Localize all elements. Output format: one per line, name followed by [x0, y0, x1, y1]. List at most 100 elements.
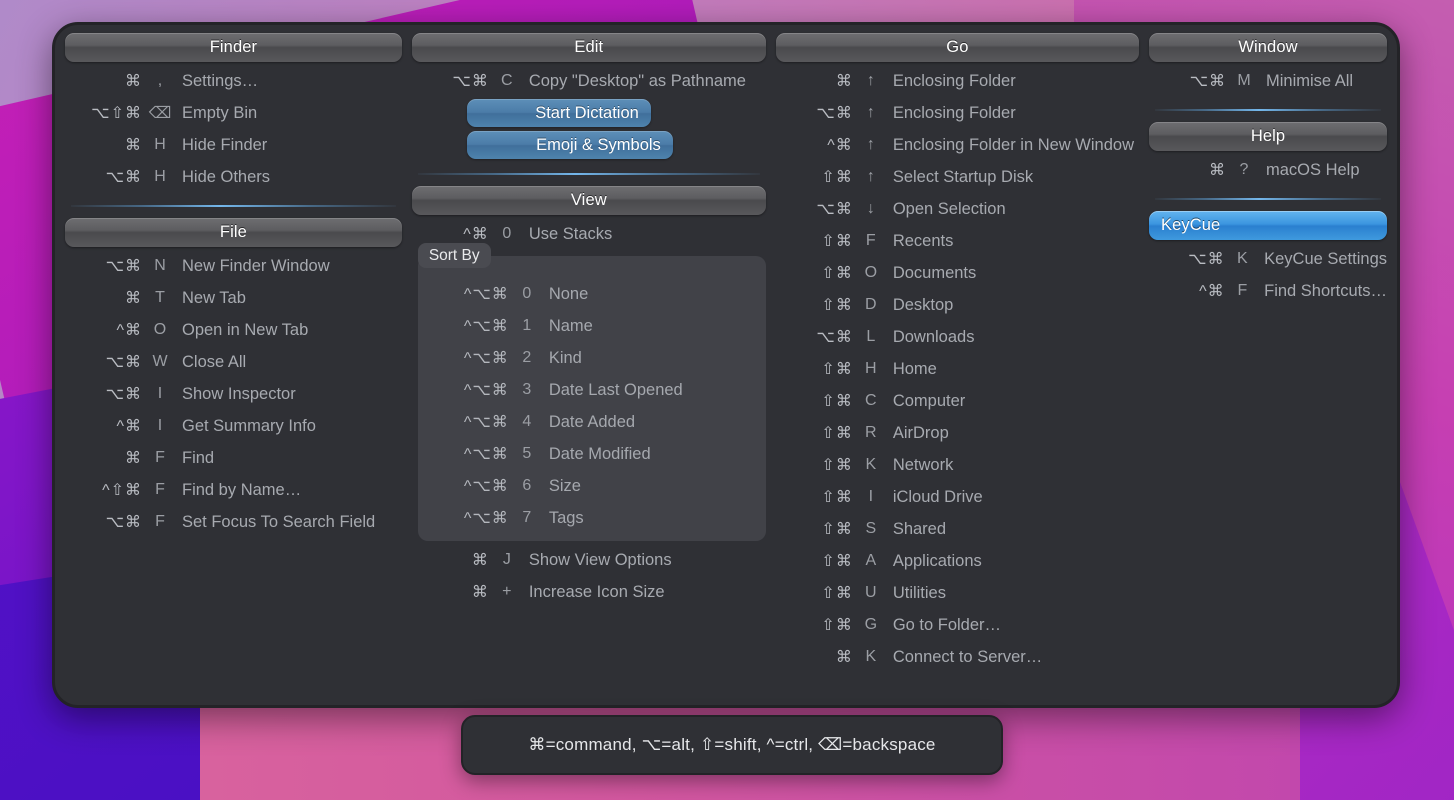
section-header-file[interactable]: File: [65, 218, 402, 247]
shortcut-row[interactable]: ⌘↑Enclosing Folder: [776, 65, 1139, 97]
shortcut-label: Utilities: [884, 584, 946, 603]
shortcut-row-highlighted[interactable]: Start Dictation: [412, 97, 766, 129]
shortcut-row[interactable]: ⌥⌘WClose All: [65, 346, 402, 378]
shortcut-row[interactable]: ^⌥⌘1Name: [418, 310, 766, 342]
shortcut-key: 0: [494, 225, 520, 243]
shortcut-modifiers: ⇧⌘: [776, 583, 858, 603]
shortcut-row[interactable]: ^⌘OOpen in New Tab: [65, 314, 402, 346]
shortcut-row[interactable]: ⌥⇧⌘⌫Empty Bin: [65, 97, 402, 129]
shortcut-label: New Tab: [173, 289, 246, 308]
shortcut-label: None: [540, 285, 588, 304]
shortcut-row[interactable]: ⇧⌘ODocuments: [776, 257, 1139, 289]
shortcut-row[interactable]: ⌥⌘↑Enclosing Folder: [776, 97, 1139, 129]
shortcut-row[interactable]: ^⌥⌘5Date Modified: [418, 438, 766, 470]
shortcut-key: F: [147, 449, 173, 467]
submenu-title: Sort By: [429, 247, 480, 265]
section-header-finder[interactable]: Finder: [65, 33, 402, 62]
submenu-title-tab[interactable]: Sort By: [418, 243, 491, 268]
shortcut-row[interactable]: ⇧⌘SShared: [776, 513, 1139, 545]
shortcut-modifiers: ⌥⌘: [776, 199, 858, 219]
shortcut-key: R: [858, 424, 884, 442]
shortcut-row[interactable]: ^⇧⌘FFind by Name…: [65, 474, 402, 506]
shortcut-label: Computer: [884, 392, 965, 411]
shortcut-row[interactable]: ^⌘↑Enclosing Folder in New Window: [776, 129, 1139, 161]
shortcut-row[interactable]: ^⌥⌘4Date Added: [418, 406, 766, 438]
shortcut-row[interactable]: ⌘,Settings…: [65, 65, 402, 97]
shortcut-key: N: [147, 257, 173, 275]
shortcut-row[interactable]: ⌥⌘FSet Focus To Search Field: [65, 506, 402, 538]
shortcut-modifiers: ⌘: [65, 448, 147, 468]
shortcut-key: K: [858, 456, 884, 474]
shortcut-modifiers: ⌥⌘: [1149, 249, 1230, 269]
section-header-keycue[interactable]: KeyCue: [1149, 211, 1387, 240]
shortcut-row[interactable]: ^⌥⌘0None: [418, 278, 766, 310]
shortcut-label: Get Summary Info: [173, 417, 316, 436]
shortcut-label: Connect to Server…: [884, 648, 1042, 667]
shortcut-row[interactable]: ⌘FFind: [65, 442, 402, 474]
shortcut-label: Increase Icon Size: [520, 583, 665, 602]
shortcut-row-highlighted[interactable]: Emoji & Symbols: [412, 129, 766, 161]
shortcut-row[interactable]: ⇧⌘DDesktop: [776, 289, 1139, 321]
shortcut-modifiers: ⌥⌘: [65, 167, 147, 187]
shortcut-label: Empty Bin: [173, 104, 257, 123]
shortcut-list: ⌥⌘CCopy "Desktop" as PathnameStart Dicta…: [412, 62, 766, 161]
highlight-pill: Emoji & Symbols: [467, 131, 673, 159]
shortcut-row[interactable]: ⌥⌘LDownloads: [776, 321, 1139, 353]
shortcut-row[interactable]: ⌘KConnect to Server…: [776, 641, 1139, 673]
shortcut-row[interactable]: ⇧⌘RAirDrop: [776, 417, 1139, 449]
shortcut-row[interactable]: ⇧⌘CComputer: [776, 385, 1139, 417]
shortcut-label: Find Shortcuts…: [1255, 282, 1387, 301]
shortcut-key: H: [858, 360, 884, 378]
shortcut-row[interactable]: ⌥⌘IShow Inspector: [65, 378, 402, 410]
shortcut-key: I: [858, 488, 884, 506]
shortcut-row[interactable]: ⇧⌘↑Select Startup Disk: [776, 161, 1139, 193]
section-separator: [418, 173, 760, 175]
shortcut-key: G: [858, 616, 884, 634]
shortcut-label: Show Inspector: [173, 385, 296, 404]
section-header-window[interactable]: Window: [1149, 33, 1387, 62]
shortcut-row[interactable]: ^⌥⌘6Size: [418, 470, 766, 502]
shortcut-modifiers: ⇧⌘: [776, 615, 858, 635]
shortcut-row[interactable]: ⇧⌘KNetwork: [776, 449, 1139, 481]
shortcut-modifiers: ⌘: [65, 135, 147, 155]
shortcut-row[interactable]: ⌥⌘KKeyCue Settings: [1149, 243, 1387, 275]
shortcut-row[interactable]: ⇧⌘UUtilities: [776, 577, 1139, 609]
shortcut-key: U: [858, 584, 884, 602]
shortcut-row[interactable]: ⌘HHide Finder: [65, 129, 402, 161]
shortcut-row[interactable]: ⌥⌘↓Open Selection: [776, 193, 1139, 225]
shortcut-key: 5: [514, 445, 540, 463]
shortcut-list: ⌘,Settings…⌥⇧⌘⌫Empty Bin⌘HHide Finder⌥⌘H…: [65, 62, 402, 193]
shortcut-key: J: [494, 551, 520, 569]
shortcut-row[interactable]: ^⌥⌘3Date Last Opened: [418, 374, 766, 406]
shortcut-row[interactable]: ^⌥⌘7Tags: [418, 502, 766, 534]
shortcut-row[interactable]: ⌥⌘HHide Others: [65, 161, 402, 193]
shortcut-row[interactable]: ⌥⌘NNew Finder Window: [65, 250, 402, 282]
shortcut-row[interactable]: ^⌘FFind Shortcuts…: [1149, 275, 1387, 307]
legend-text: ⌘=command, ⌥=alt, ⇧=shift, ^=ctrl, ⌫=bac…: [528, 735, 935, 755]
section-header-help[interactable]: Help: [1149, 122, 1387, 151]
shortcut-row[interactable]: ⇧⌘HHome: [776, 353, 1139, 385]
shortcut-modifiers: ⌥⌘: [412, 71, 494, 91]
shortcut-row[interactable]: ⇧⌘IiCloud Drive: [776, 481, 1139, 513]
shortcut-modifiers: ⌥⌘: [65, 256, 147, 276]
shortcut-row[interactable]: ⇧⌘FRecents: [776, 225, 1139, 257]
shortcut-row[interactable]: ⌘+Increase Icon Size: [412, 576, 766, 608]
shortcut-row[interactable]: ⌘JShow View Options: [412, 544, 766, 576]
shortcut-row[interactable]: ^⌘IGet Summary Info: [65, 410, 402, 442]
shortcut-row[interactable]: ^⌥⌘2Kind: [418, 342, 766, 374]
desktop-background: Finder⌘,Settings…⌥⇧⌘⌫Empty Bin⌘HHide Fin…: [0, 0, 1454, 800]
section-separator: [71, 205, 396, 207]
section-title: File: [220, 223, 247, 242]
shortcut-modifiers: ⌘: [1149, 160, 1231, 180]
section-header-view[interactable]: View: [412, 186, 766, 215]
shortcut-modifiers: ^⌥⌘: [418, 444, 514, 464]
section-header-edit[interactable]: Edit: [412, 33, 766, 62]
section-header-go[interactable]: Go: [776, 33, 1139, 62]
shortcut-row[interactable]: ⌥⌘MMinimise All: [1149, 65, 1387, 97]
shortcut-row[interactable]: ⌥⌘CCopy "Desktop" as Pathname: [412, 65, 766, 97]
shortcut-row[interactable]: ⌘TNew Tab: [65, 282, 402, 314]
shortcut-label: Emoji & Symbols: [536, 136, 661, 155]
shortcut-row[interactable]: ⇧⌘AApplications: [776, 545, 1139, 577]
shortcut-row[interactable]: ⇧⌘GGo to Folder…: [776, 609, 1139, 641]
shortcut-row[interactable]: ⌘?macOS Help: [1149, 154, 1387, 186]
